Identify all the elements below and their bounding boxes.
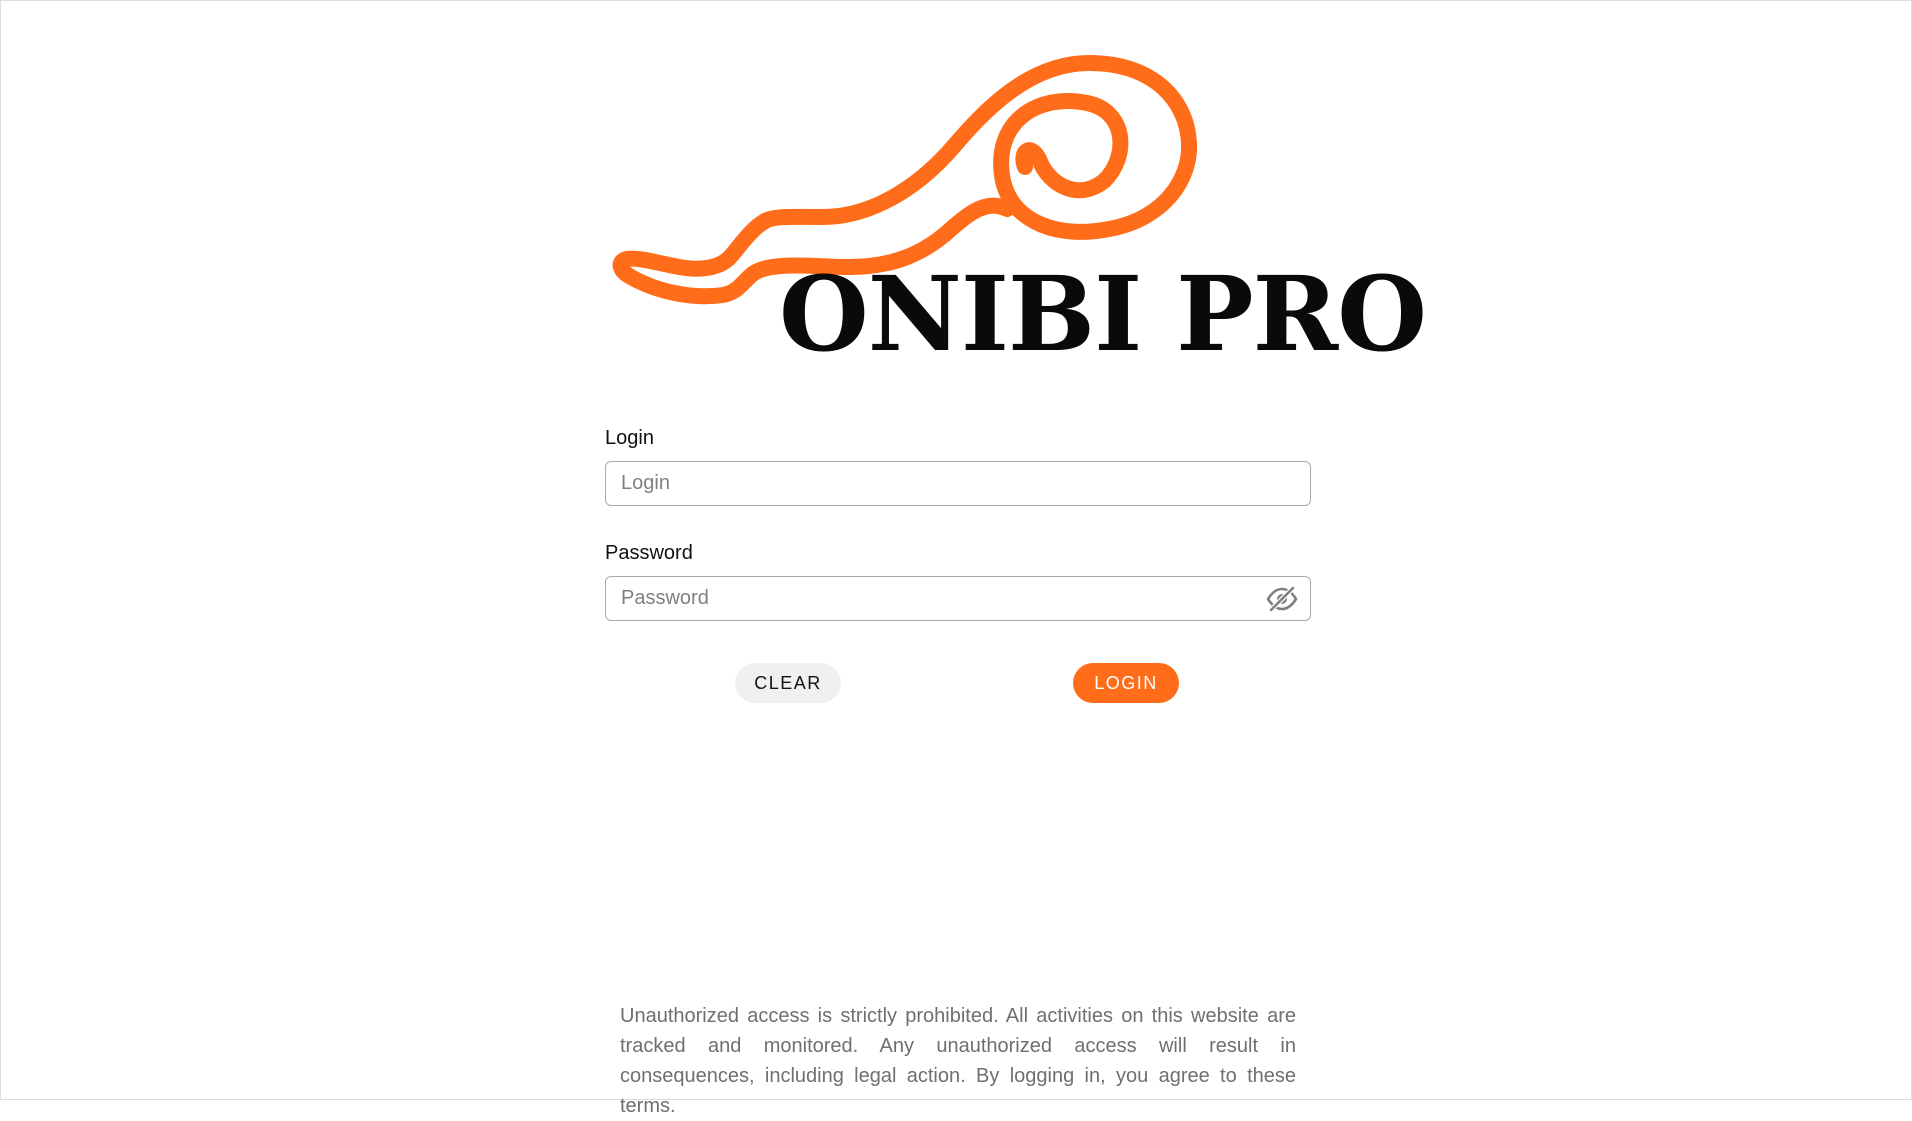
eye-slash-icon[interactable] <box>1265 584 1299 614</box>
login-field-label: Login <box>605 427 654 449</box>
login-field-wrapper <box>605 461 1311 506</box>
clear-button[interactable]: CLEAR <box>735 663 841 703</box>
login-button[interactable]: LOGIN <box>1073 663 1179 703</box>
password-input[interactable] <box>605 576 1311 621</box>
login-field-group: Login <box>605 425 1311 506</box>
password-field-group: Password <box>605 540 1311 621</box>
login-input[interactable] <box>605 461 1311 506</box>
legal-notice: Unauthorized access is strictly prohibit… <box>620 1005 1296 1117</box>
password-field-wrapper <box>605 576 1311 621</box>
form-actions: CLEAR LOGIN <box>605 663 1311 703</box>
login-form: Login Password CLEAR L <box>605 425 1311 703</box>
login-page: ONIBI PRO Login Password <box>0 0 1912 1117</box>
password-field-label: Password <box>605 542 693 564</box>
brand-wordmark: ONIBI PRO <box>779 254 1427 375</box>
